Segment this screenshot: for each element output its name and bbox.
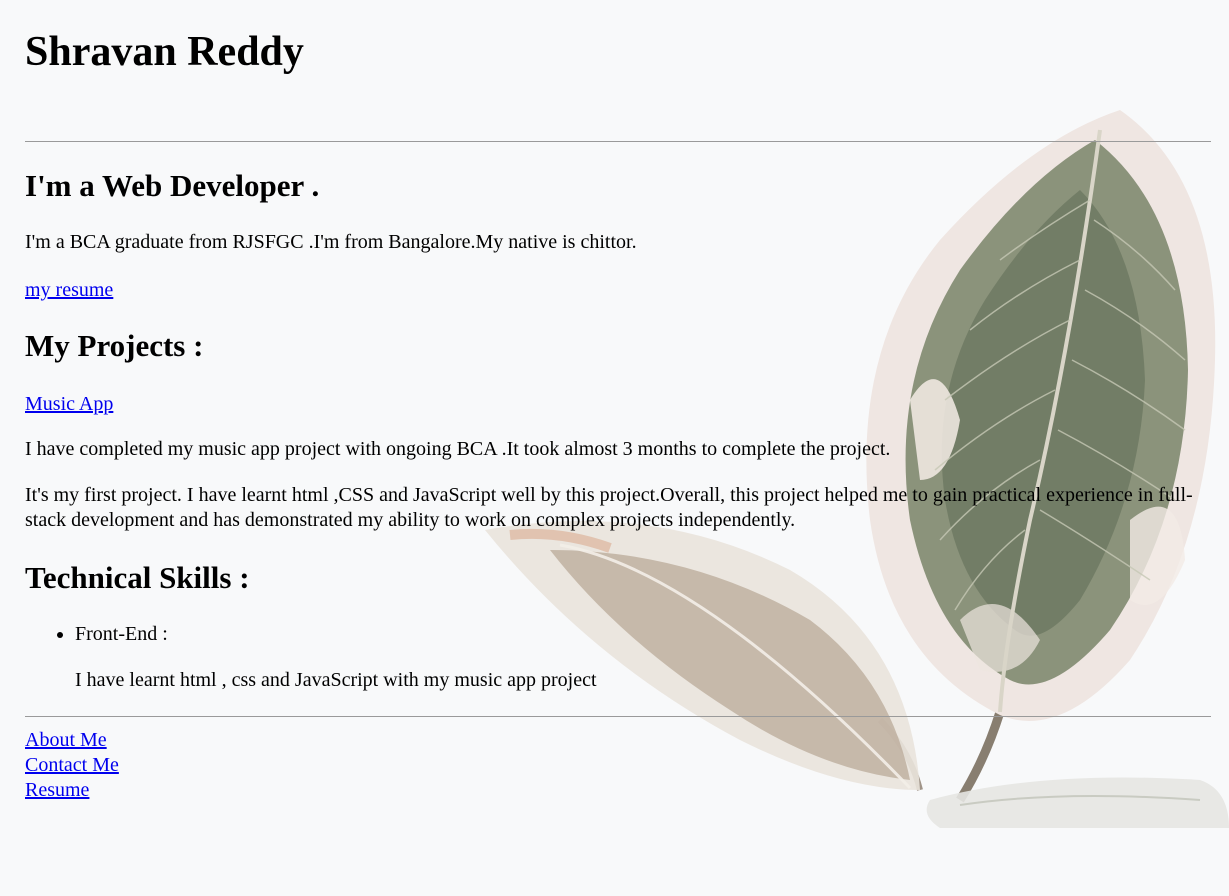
contact-me-link[interactable]: Contact Me [25,753,119,778]
skills-list: Front-End : I have learnt html , css and… [25,622,597,693]
footer-nav: About Me Contact Me Resume [25,728,119,803]
top-divider [25,141,1211,142]
music-app-link[interactable]: Music App [25,392,113,417]
project-paragraph-1: I have completed my music app project wi… [25,438,891,460]
skill-label: Front-End : [75,623,168,645]
page-content: Shravan Reddy [0,0,1229,76]
skills-heading: Technical Skills : [25,560,250,595]
intro-heading: I'm a Web Developer . [25,168,320,203]
project-paragraph-2: It's my first project. I have learnt htm… [25,484,1193,531]
bottom-divider [25,716,1211,717]
resume-link[interactable]: Resume [25,778,119,803]
page-title: Shravan Reddy [25,29,304,75]
projects-heading: My Projects : [25,328,204,363]
intro-bio: I'm a BCA graduate from RJSFGC .I'm from… [25,231,637,253]
skill-detail: I have learnt html , css and JavaScript … [75,669,597,691]
my-resume-link[interactable]: my resume [25,278,113,303]
leaf-plant-image [485,110,1229,828]
about-me-link[interactable]: About Me [25,728,119,753]
skill-item-front-end: Front-End : I have learnt html , css and… [75,622,597,693]
